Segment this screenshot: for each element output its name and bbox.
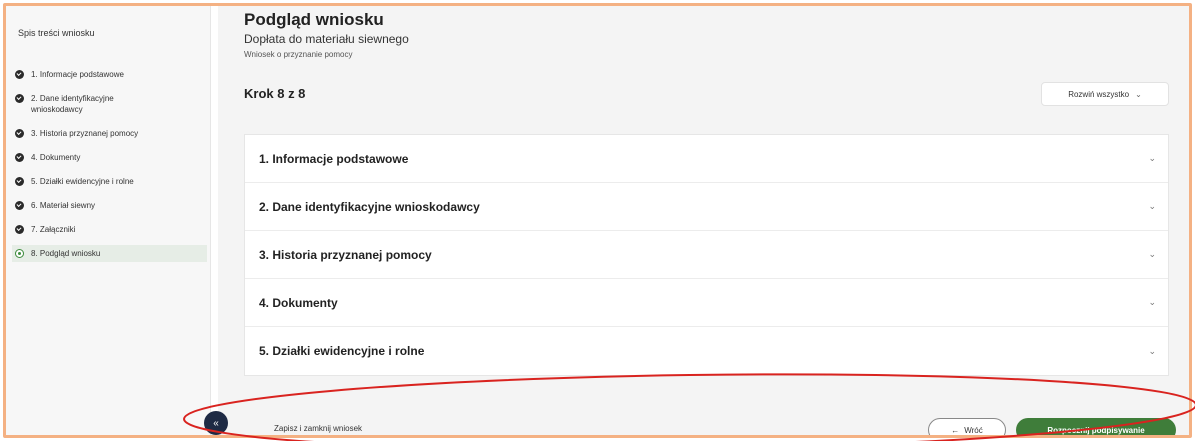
double-chevron-left-icon: « — [213, 417, 219, 429]
chevron-down-icon: ⌄ — [1148, 201, 1156, 211]
chevron-down-icon: ⌄ — [1148, 297, 1156, 307]
check-circle-icon — [15, 225, 24, 234]
expand-all-button[interactable]: Rozwiń wszystko ⌄ — [1041, 82, 1169, 106]
chevron-down-icon: ⌄ — [1135, 89, 1142, 99]
sidebar: Spis treści wniosku 1. Informacje podsta… — [6, 6, 211, 435]
section-label: 3. Historia przyznanej pomocy — [259, 247, 432, 262]
section-applicant-data[interactable]: 2. Dane identyfikacyjne wnioskodawcy ⌄ — [245, 183, 1168, 231]
radio-current-icon — [15, 249, 24, 258]
section-label: 5. Działki ewidencyjne i rolne — [259, 344, 425, 358]
back-label: Wróć — [964, 425, 983, 435]
collapse-sidebar-button[interactable]: « — [204, 411, 228, 435]
page-caption: Wniosek o przyznanie pomocy — [244, 50, 353, 59]
step-list: 1. Informacje podstawowe 2. Dane identyf… — [12, 66, 207, 269]
sidebar-step-label: 4. Dokumenty — [31, 153, 81, 162]
section-parcels[interactable]: 5. Działki ewidencyjne i rolne ⌄ — [245, 327, 1168, 375]
app-frame: Spis treści wniosku 1. Informacje podsta… — [3, 3, 1192, 438]
sidebar-step-label: 8. Podgląd wniosku — [31, 249, 101, 258]
check-circle-icon — [15, 201, 24, 210]
sidebar-step-label: 2. Dane identyfikacyjne wnioskodawcy — [31, 94, 114, 114]
sidebar-step-label: 1. Informacje podstawowe — [31, 70, 124, 79]
arrow-left-icon: ← — [951, 425, 960, 435]
section-label: 2. Dane identyfikacyjne wnioskodawcy — [259, 199, 480, 214]
section-accordion: 1. Informacje podstawowe ⌄ 2. Dane ident… — [244, 134, 1169, 376]
sidebar-step-1[interactable]: 1. Informacje podstawowe — [15, 66, 207, 83]
sidebar-step-6[interactable]: 6. Materiał siewny — [15, 197, 207, 214]
chevron-down-icon: ⌄ — [1148, 345, 1156, 356]
save-and-close-link[interactable]: Zapisz i zamknij wniosek — [274, 424, 362, 433]
section-label: 1. Informacje podstawowe — [259, 151, 409, 166]
expand-all-label: Rozwiń wszystko — [1068, 89, 1130, 99]
section-documents[interactable]: 4. Dokumenty ⌄ — [245, 279, 1168, 327]
section-basic-info[interactable]: 1. Informacje podstawowe ⌄ — [245, 135, 1168, 183]
section-label: 4. Dokumenty — [259, 295, 338, 310]
sidebar-step-5[interactable]: 5. Działki ewidencyjne i rolne — [15, 173, 207, 190]
sidebar-step-3[interactable]: 3. Historia przyznanej pomocy — [15, 125, 207, 142]
check-circle-icon — [15, 70, 24, 79]
check-circle-icon — [15, 153, 24, 162]
main-content: Podgląd wniosku Dopłata do materiału sie… — [218, 6, 1189, 435]
check-circle-icon — [15, 94, 24, 103]
chevron-down-icon: ⌄ — [1148, 249, 1156, 259]
back-button[interactable]: ← Wróć — [928, 418, 1006, 435]
sidebar-step-label: 6. Materiał siewny — [31, 201, 96, 210]
sidebar-step-label: 3. Historia przyznanej pomocy — [31, 129, 139, 138]
section-aid-history[interactable]: 3. Historia przyznanej pomocy ⌄ — [245, 231, 1168, 279]
check-circle-icon — [15, 129, 24, 138]
sidebar-step-2[interactable]: 2. Dane identyfikacyjne wnioskodawcy — [15, 90, 207, 118]
sidebar-step-8[interactable]: 8. Podgląd wniosku — [12, 245, 207, 262]
sidebar-step-7[interactable]: 7. Załączniki — [15, 221, 207, 238]
start-signing-button[interactable]: Rozpocznij podpisywanie — [1016, 418, 1176, 435]
sidebar-step-label: 7. Załączniki — [31, 225, 76, 234]
check-circle-icon — [15, 177, 24, 186]
page-title: Podgląd wniosku — [244, 10, 384, 29]
sidebar-title: Spis treści wniosku — [18, 28, 95, 38]
sidebar-step-4[interactable]: 4. Dokumenty — [15, 149, 207, 166]
sidebar-step-label: 5. Działki ewidencyjne i rolne — [31, 177, 134, 186]
chevron-down-icon: ⌄ — [1148, 153, 1156, 163]
page-subtitle: Dopłata do materiału siewnego — [244, 32, 409, 46]
step-counter: Krok 8 z 8 — [244, 86, 306, 101]
